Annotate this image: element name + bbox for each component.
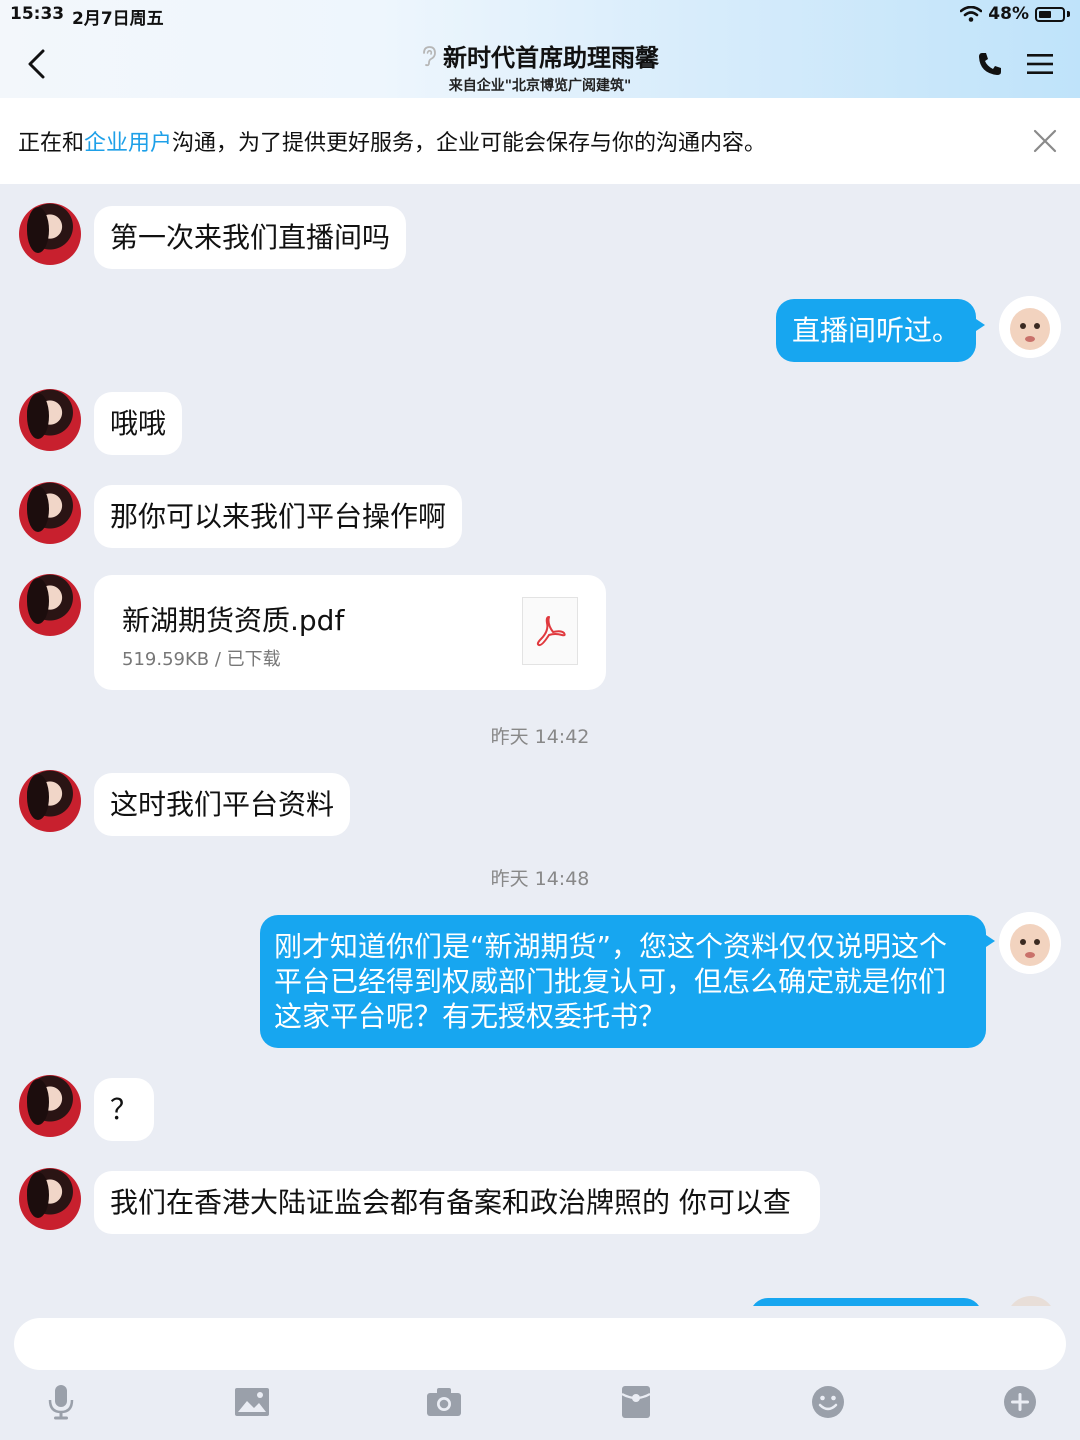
emoji-button[interactable] — [808, 1382, 848, 1422]
title-block: 新时代首席助理雨馨 来自企业"北京博览广阅建筑" — [0, 38, 1080, 95]
chat-header: 15:33 2月7日周五 48% 新时代首席助理雨馨 来自企业"北京博览广阅建筑… — [0, 0, 1080, 98]
message-bubble-outgoing[interactable]: 刚才知道你们是“新湖期货”，您这个资料仅仅说明这个平台已经得到权威部门批复认可，… — [260, 915, 995, 1048]
contact-avatar[interactable] — [19, 389, 81, 451]
message-bubble-incoming[interactable]: 我们在香港大陆证监会都有备案和政治牌照的 你可以查 — [94, 1171, 820, 1234]
enterprise-notice: 正在和 企业用户 沟通，为了提供更好服务，企业可能会保存与你的沟通内容。 — [0, 98, 1080, 184]
ear-icon — [421, 45, 437, 67]
red-packet-button[interactable] — [616, 1382, 656, 1422]
close-icon — [1033, 129, 1057, 153]
phone-icon — [979, 53, 1001, 75]
message-bubble-outgoing[interactable]: 直播间听过。 — [776, 299, 986, 362]
status-indicators: 48% — [960, 4, 1070, 24]
timestamp: 昨天 14:48 — [490, 868, 590, 890]
more-button[interactable] — [1000, 1382, 1040, 1422]
contact-avatar[interactable] — [19, 574, 81, 636]
contact-avatar[interactable] — [19, 482, 81, 544]
plus-icon — [1004, 1386, 1036, 1418]
my-avatar[interactable] — [999, 296, 1061, 358]
notice-close-button[interactable] — [1028, 124, 1062, 158]
camera-button[interactable] — [424, 1382, 464, 1422]
chat-title: 新时代首席助理雨馨 — [443, 44, 659, 72]
contact-avatar[interactable] — [19, 1168, 81, 1230]
image-button[interactable] — [232, 1382, 272, 1422]
contact-avatar[interactable] — [19, 770, 81, 832]
timestamp: 昨天 14:42 — [490, 726, 590, 748]
wifi-icon — [960, 6, 983, 22]
status-date: 2月7日周五 — [72, 9, 164, 29]
message-input[interactable] — [14, 1318, 1066, 1370]
camera-icon — [427, 1388, 461, 1416]
file-name: 新湖期货资质.pdf — [122, 604, 345, 637]
chat-subtitle: 来自企业"北京博览广阅建筑" — [448, 78, 632, 94]
battery-percent: 48% — [988, 4, 1029, 24]
menu-button[interactable] — [1022, 46, 1058, 82]
pdf-icon — [522, 597, 578, 665]
message-bubble-incoming[interactable]: 第一次来我们直播间吗 — [94, 206, 407, 269]
battery-tip — [1067, 11, 1070, 17]
notice-suffix: 沟通，为了提供更好服务，企业可能会保存与你的沟通内容。 — [172, 131, 767, 156]
menu-icon — [1027, 54, 1053, 74]
message-bubble-incoming[interactable]: ？ — [94, 1078, 155, 1141]
message-bubble-incoming[interactable]: 那你可以来我们平台操作啊 — [94, 485, 463, 548]
voice-button[interactable] — [41, 1382, 81, 1422]
my-avatar[interactable] — [999, 912, 1061, 974]
notice-prefix: 正在和 — [18, 131, 85, 156]
microphone-icon — [48, 1385, 74, 1420]
emoji-icon — [812, 1386, 844, 1418]
battery-icon — [1035, 6, 1065, 22]
chat-title-row: 新时代首席助理雨馨 — [421, 38, 659, 73]
image-icon — [235, 1388, 269, 1416]
file-meta: 519.59KB / 已下载 — [122, 649, 281, 670]
call-button[interactable] — [972, 46, 1008, 82]
input-area — [0, 1306, 1080, 1440]
red-packet-icon — [621, 1386, 651, 1418]
status-time: 15:33 — [10, 4, 65, 24]
contact-avatar[interactable] — [19, 203, 81, 265]
message-bubble-incoming[interactable]: 这时我们平台资料 — [94, 773, 351, 836]
message-bubble-incoming[interactable]: 哦哦 — [94, 392, 183, 455]
notice-enterprise-user-link[interactable]: 企业用户 — [84, 125, 172, 157]
file-message[interactable]: 新湖期货资质.pdf 519.59KB / 已下载 — [94, 575, 606, 690]
contact-avatar[interactable] — [19, 1075, 81, 1137]
